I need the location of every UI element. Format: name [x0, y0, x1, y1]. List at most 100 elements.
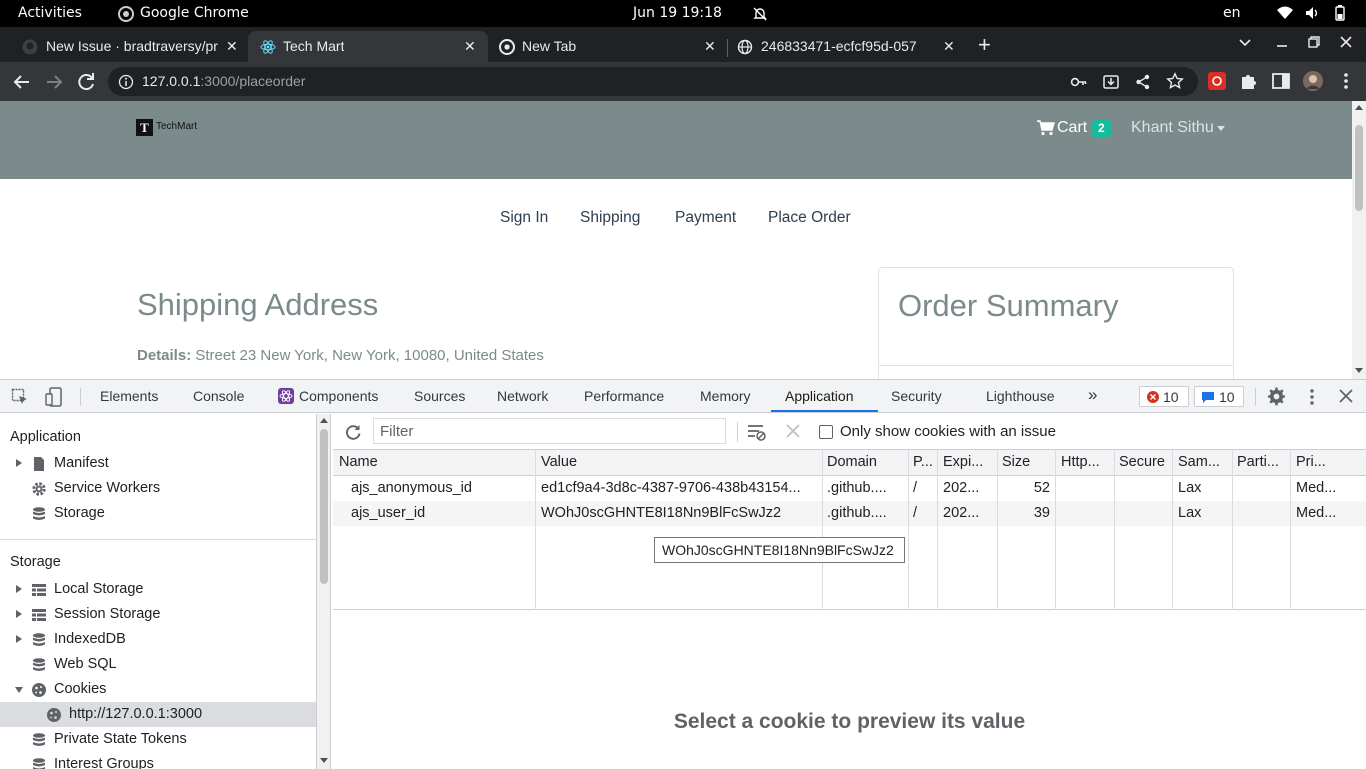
- settings-gear-icon[interactable]: [1267, 387, 1286, 406]
- column-header-path[interactable]: P...: [913, 450, 933, 475]
- url-text[interactable]: 127.0.0.1:3000/placeorder: [142, 73, 305, 89]
- inspect-element-icon[interactable]: [11, 388, 29, 406]
- new-tab-plus-icon[interactable]: +: [978, 32, 991, 58]
- share-icon[interactable]: [1134, 73, 1152, 91]
- step-shipping[interactable]: Shipping: [580, 209, 640, 227]
- tab-new-issue[interactable]: New Issue · bradtraversy/pr ✕: [8, 31, 246, 62]
- reload-icon[interactable]: [74, 70, 98, 94]
- tab-tech-mart[interactable]: Tech Mart ✕: [248, 31, 488, 62]
- activities-button[interactable]: Activities: [18, 5, 82, 21]
- wifi-icon[interactable]: [1277, 6, 1293, 20]
- language-indicator[interactable]: en: [1223, 5, 1241, 21]
- volume-icon[interactable]: [1305, 6, 1321, 20]
- cart-link[interactable]: Cart: [1057, 119, 1087, 137]
- tab-search-chevron-icon[interactable]: [1238, 35, 1252, 49]
- tab-lighthouse[interactable]: Lighthouse: [986, 388, 1055, 404]
- cookie-filter-input[interactable]: [373, 418, 726, 444]
- back-icon[interactable]: [10, 70, 34, 94]
- column-header-name[interactable]: Name: [339, 450, 378, 475]
- collapse-arrow-icon[interactable]: [15, 687, 23, 693]
- step-payment[interactable]: Payment: [675, 209, 736, 227]
- sidebar-item-cookies[interactable]: Cookies: [0, 677, 316, 702]
- sidebar-item-cookie-origin[interactable]: http://127.0.0.1:3000: [0, 702, 316, 727]
- sidebar-item-interest-groups[interactable]: Interest Groups: [0, 752, 316, 769]
- extension-red-icon[interactable]: [1206, 70, 1230, 94]
- table-row[interactable]: ajs_user_id WOhJ0scGHNTE8I18Nn9BlFcSwJz2…: [333, 501, 1366, 526]
- expand-arrow-icon[interactable]: [16, 585, 22, 593]
- tab-security[interactable]: Security: [891, 388, 942, 404]
- table-row[interactable]: ajs_anonymous_id ed1cf9a4-3d8c-4387-9706…: [333, 476, 1366, 501]
- active-tab-indicator: [771, 410, 878, 412]
- tab-network[interactable]: Network: [497, 388, 548, 404]
- tab-performance[interactable]: Performance: [584, 388, 664, 404]
- sidebar-item-indexeddb[interactable]: IndexedDB: [0, 627, 316, 652]
- column-header-secure[interactable]: Secure: [1119, 450, 1165, 475]
- user-menu[interactable]: Khant Sithu: [1131, 119, 1214, 137]
- chrome-menu-icon[interactable]: [1335, 70, 1359, 94]
- column-header-size[interactable]: Size: [1002, 450, 1030, 475]
- expand-arrow-icon[interactable]: [16, 610, 22, 618]
- only-issues-checkbox[interactable]: [819, 425, 833, 439]
- close-devtools-icon[interactable]: [1339, 389, 1353, 403]
- sidebar-item-service-workers[interactable]: Service Workers: [0, 476, 316, 501]
- tab-components[interactable]: Components: [299, 388, 378, 404]
- side-panel-icon[interactable]: [1270, 70, 1294, 94]
- tab-close-icon[interactable]: ✕: [704, 38, 716, 55]
- message-count-badge[interactable]: 10: [1194, 386, 1244, 407]
- refresh-icon[interactable]: [344, 423, 362, 441]
- device-toolbar-icon[interactable]: [45, 387, 63, 407]
- clock[interactable]: Jun 19 19:18: [633, 5, 722, 21]
- tab-close-icon[interactable]: ✕: [464, 38, 476, 55]
- column-header-samesite[interactable]: Sam...: [1178, 450, 1220, 475]
- tab-close-icon[interactable]: ✕: [943, 38, 955, 55]
- restore-icon[interactable]: [1308, 36, 1320, 48]
- install-app-icon[interactable]: [1102, 73, 1120, 91]
- password-key-icon[interactable]: [1070, 73, 1088, 91]
- step-place-order[interactable]: Place Order: [768, 209, 851, 227]
- extensions-puzzle-icon[interactable]: [1238, 70, 1262, 94]
- tab-memory[interactable]: Memory: [700, 388, 751, 404]
- step-sign-in[interactable]: Sign In: [500, 209, 548, 227]
- expand-arrow-icon[interactable]: [16, 635, 22, 643]
- bookmark-star-icon[interactable]: [1166, 72, 1184, 90]
- sidebar-item-local-storage[interactable]: Local Storage: [0, 577, 316, 602]
- column-header-httponly[interactable]: Http...: [1061, 450, 1100, 475]
- battery-icon[interactable]: [1335, 5, 1345, 21]
- column-header-expires[interactable]: Expi...: [943, 450, 983, 475]
- only-issues-label[interactable]: Only show cookies with an issue: [840, 423, 1056, 440]
- tab-close-icon[interactable]: ✕: [226, 38, 238, 55]
- cookie-table: Name Value Domain P... Expi... Size Http…: [333, 450, 1366, 610]
- column-header-value[interactable]: Value: [541, 450, 577, 475]
- profile-avatar[interactable]: [1302, 70, 1326, 94]
- expand-arrow-icon[interactable]: [16, 459, 22, 467]
- sidebar-item-private-state-tokens[interactable]: Private State Tokens: [0, 727, 316, 752]
- app-menu[interactable]: Google Chrome: [140, 5, 249, 21]
- tab-elements[interactable]: Elements: [100, 388, 158, 404]
- forward-icon[interactable]: [42, 70, 66, 94]
- minimize-icon[interactable]: [1276, 36, 1288, 48]
- error-count-badge[interactable]: 10: [1139, 386, 1189, 407]
- more-tabs-chevron-icon[interactable]: »: [1088, 385, 1097, 405]
- sidebar-item-web-sql[interactable]: Web SQL: [0, 652, 316, 677]
- column-header-domain[interactable]: Domain: [827, 450, 877, 475]
- cart-icon[interactable]: [1037, 120, 1055, 136]
- tab-sources[interactable]: Sources: [414, 388, 465, 404]
- user-menu-caret-icon[interactable]: [1217, 126, 1225, 131]
- page-scrollbar[interactable]: [1352, 101, 1366, 379]
- close-window-icon[interactable]: [1340, 36, 1352, 48]
- sidebar-item-session-storage[interactable]: Session Storage: [0, 602, 316, 627]
- devtools-menu-icon[interactable]: [1303, 388, 1321, 406]
- column-header-partition[interactable]: Parti...: [1237, 450, 1279, 475]
- tab-image[interactable]: 246833471-ecfcf95d-057 ✕: [728, 31, 962, 62]
- sidebar-item-manifest[interactable]: Manifest: [0, 451, 316, 476]
- tab-new-tab[interactable]: New Tab ✕: [488, 31, 726, 62]
- delete-selected-icon[interactable]: [786, 424, 800, 438]
- clear-filtered-cookies-icon[interactable]: [747, 423, 767, 441]
- address-bar[interactable]: 127.0.0.1:3000/placeorder: [108, 67, 1198, 96]
- sidebar-item-storage[interactable]: Storage: [0, 501, 316, 526]
- column-header-priority[interactable]: Pri...: [1296, 450, 1326, 475]
- site-info-icon[interactable]: [118, 74, 134, 90]
- tab-application[interactable]: Application: [785, 388, 854, 404]
- sidebar-scrollbar[interactable]: [317, 414, 331, 769]
- tab-console[interactable]: Console: [193, 388, 244, 404]
